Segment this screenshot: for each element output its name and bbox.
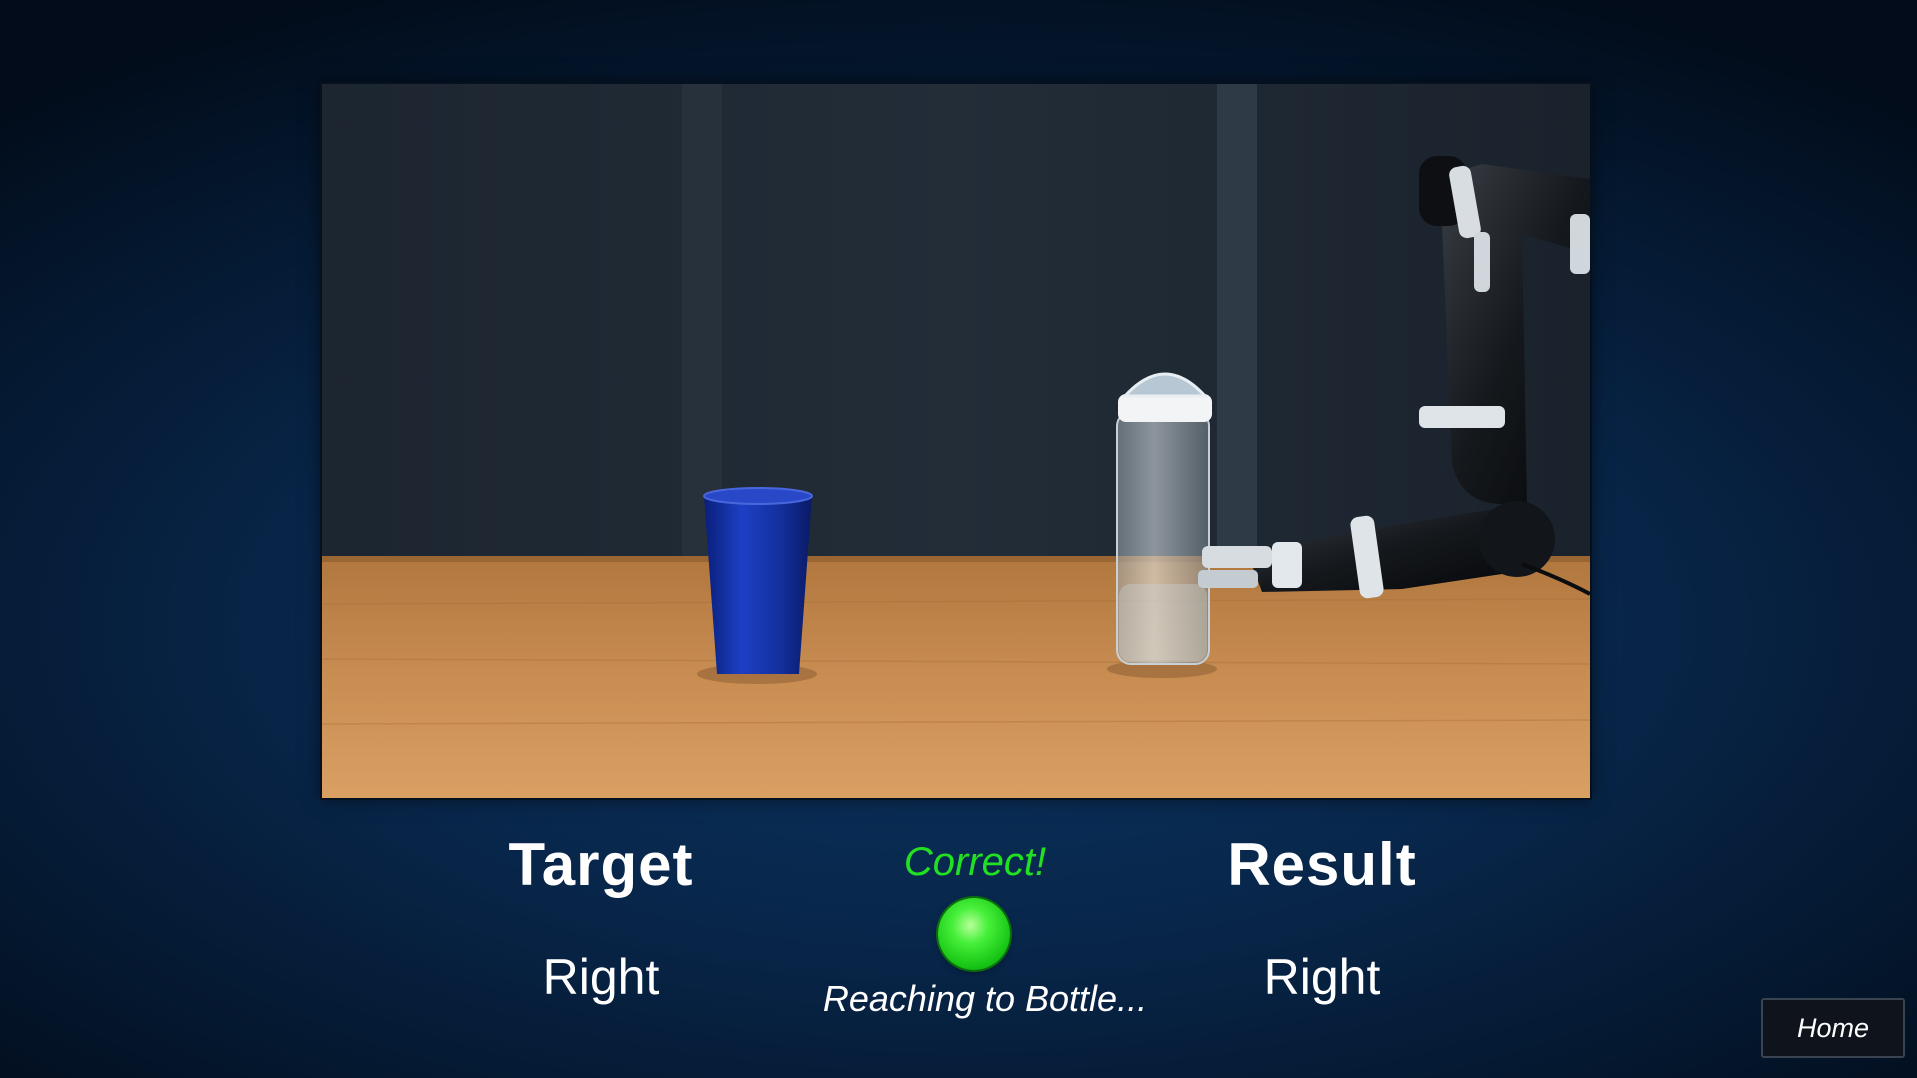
- result-value: Right: [1263, 949, 1381, 1005]
- target-heading: Target: [508, 831, 694, 898]
- feedback-text: Correct!: [903, 840, 1047, 884]
- status-indicator-light: [938, 898, 1010, 970]
- status-message: Reaching to Bottle...: [822, 978, 1148, 1019]
- home-button-label: Home: [1796, 1012, 1870, 1043]
- video-feed: [322, 84, 1590, 798]
- robot-scene-image: [322, 84, 1590, 798]
- target-value: Right: [542, 949, 660, 1005]
- result-heading: Result: [1227, 831, 1417, 898]
- home-button[interactable]: Home: [1761, 998, 1905, 1058]
